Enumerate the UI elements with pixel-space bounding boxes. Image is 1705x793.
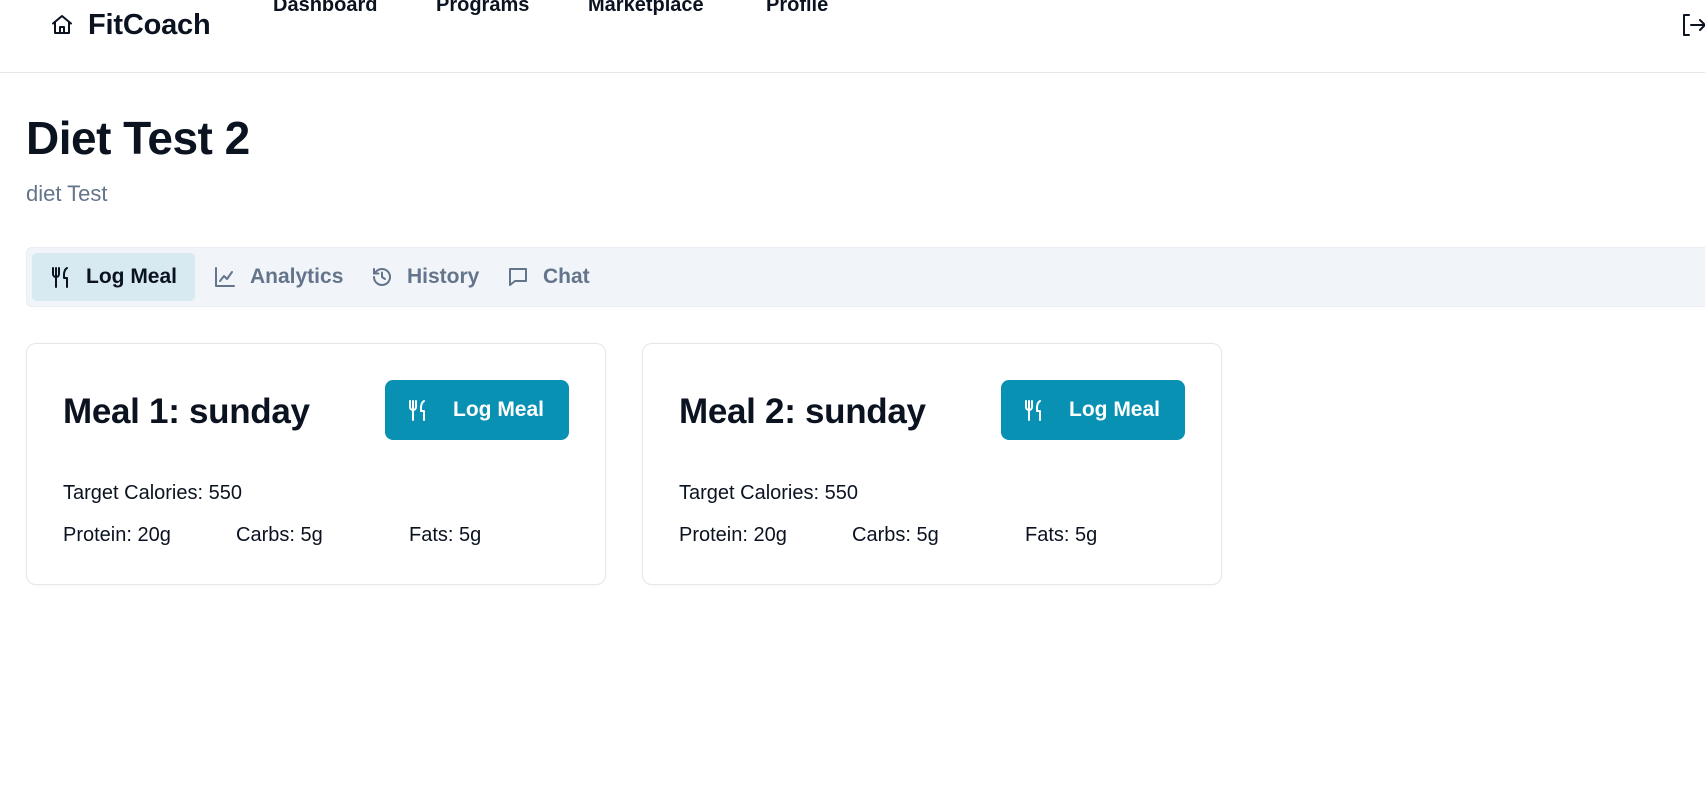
log-meal-button-label: Log Meal xyxy=(453,398,545,421)
nav-marketplace[interactable]: Marketplace xyxy=(588,0,704,17)
fats-value: Fats: 5g xyxy=(1025,524,1098,546)
utensils-icon xyxy=(50,266,72,288)
tab-history[interactable]: History xyxy=(353,253,497,301)
meal-title: Meal 2: sunday xyxy=(679,392,926,431)
meal-card: Meal 2: sunday Log Meal Target Calories:… xyxy=(642,343,1222,585)
tab-list: Log Meal Analytics History Chat xyxy=(26,247,1705,307)
meal-title: Meal 1: sunday xyxy=(63,392,310,431)
nav-dashboard[interactable]: Dashboard xyxy=(273,0,377,17)
carbs-value: Carbs: 5g xyxy=(236,524,323,546)
protein-value: Protein: 20g xyxy=(63,524,171,546)
page-subtitle: diet Test xyxy=(26,181,108,206)
log-meal-button-label: Log Meal xyxy=(1069,398,1161,421)
chat-icon xyxy=(507,266,529,288)
utensils-icon xyxy=(407,399,429,421)
tab-label: Chat xyxy=(543,265,590,288)
logout-icon[interactable] xyxy=(1680,12,1705,38)
tab-log-meal[interactable]: Log Meal xyxy=(32,253,196,301)
utensils-icon xyxy=(1023,399,1045,421)
target-calories: Target Calories: 550 xyxy=(63,482,242,504)
history-icon xyxy=(371,266,393,288)
tab-label: Analytics xyxy=(250,265,344,288)
nav-programs[interactable]: Programs xyxy=(436,0,529,17)
brand-name: FitCoach xyxy=(88,8,211,41)
carbs-value: Carbs: 5g xyxy=(852,524,939,546)
log-meal-button[interactable]: Log Meal xyxy=(1001,380,1185,440)
home-icon xyxy=(50,13,74,37)
tab-label: Log Meal xyxy=(86,265,178,288)
tab-chat[interactable]: Chat xyxy=(489,253,608,301)
protein-value: Protein: 20g xyxy=(679,524,787,546)
nav-profile[interactable]: Profile xyxy=(766,0,828,17)
brand-home-link[interactable]: FitCoach xyxy=(50,8,211,42)
page-title: Diet Test 2 xyxy=(26,112,250,164)
fats-value: Fats: 5g xyxy=(409,524,482,546)
meal-card: Meal 1: sunday Log Meal Target Calories:… xyxy=(26,343,606,585)
line-chart-icon xyxy=(214,266,236,288)
log-meal-button[interactable]: Log Meal xyxy=(385,380,569,440)
top-navigation-bar: FitCoach Dashboard Programs Marketplace … xyxy=(0,0,1705,73)
tab-analytics[interactable]: Analytics xyxy=(196,253,361,301)
target-calories: Target Calories: 550 xyxy=(679,482,858,504)
tab-label: History xyxy=(407,265,480,288)
